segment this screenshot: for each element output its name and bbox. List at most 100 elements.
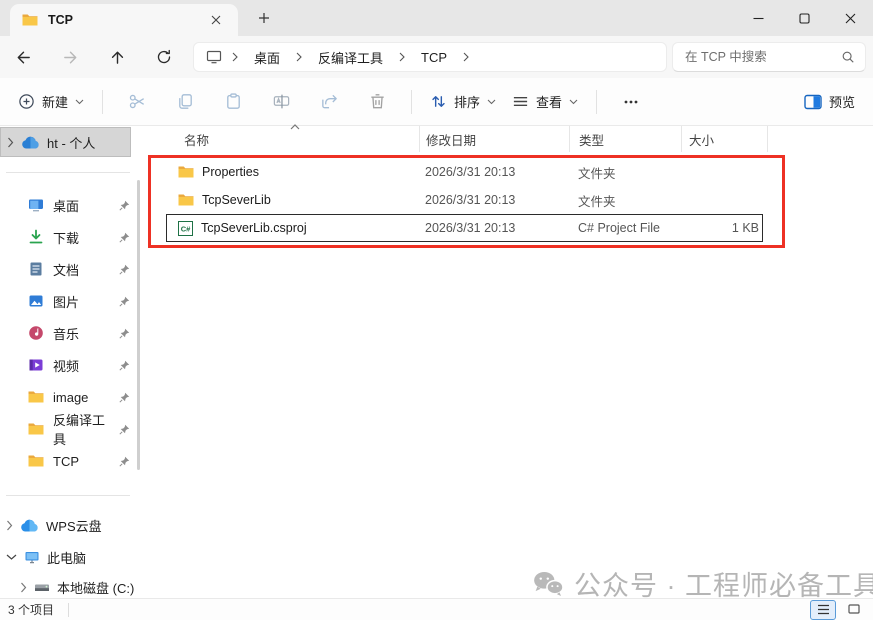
more-options-button[interactable] [611,84,651,120]
search-box[interactable] [672,42,866,72]
music-icon [28,325,44,341]
column-header-row: 名称 修改日期 类型 大小 [148,126,873,152]
preview-pane-icon [804,94,822,110]
column-header-spacer [768,126,873,152]
sidebar-item-music[interactable]: 音乐 [0,317,138,349]
new-button-label: 新建 [42,92,68,111]
search-icon[interactable] [841,50,855,64]
sidebar-item-videos[interactable]: 视频 [0,349,138,381]
back-button[interactable] [6,40,40,74]
sidebar-item-label: 此电脑 [47,548,86,567]
view-button[interactable]: 查看 [504,85,586,118]
column-header-type[interactable]: 类型 [570,126,682,152]
sidebar-item-label: 图片 [53,292,79,311]
tab-close-icon[interactable] [206,10,226,30]
pin-icon [119,360,130,371]
sidebar-item-downloads[interactable]: 下载 [0,221,138,253]
table-row-properties[interactable]: Properties 2026/3/31 20:13 文件夹 [166,158,763,186]
sidebar-item-label: 文档 [53,260,79,279]
chevron-down-icon [75,99,84,105]
sidebar-item-desktop[interactable]: 桌面 [0,189,138,221]
wps-cloud-icon [20,519,39,532]
desktop-icon [28,197,44,213]
sidebar-separator [6,495,130,496]
details-view-button[interactable] [810,600,836,620]
pin-icon [119,232,130,243]
sidebar-item-onedrive[interactable]: ht - 个人 [0,127,131,157]
folder-icon [28,454,44,468]
status-bar: 3 个项目 [0,598,873,620]
rename-button[interactable] [261,84,301,120]
statusbar-divider [68,603,69,617]
pin-icon [119,200,130,211]
file-date: 2026/3/31 20:13 [412,221,565,235]
tab-tcp[interactable]: TCP [10,4,238,36]
new-tab-button[interactable] [252,7,276,29]
cut-button[interactable] [117,84,157,120]
table-row-tcpseverlib-csproj[interactable]: C# TcpSeverLib.csproj 2026/3/31 20:13 C#… [166,214,763,242]
list-lines-icon [512,93,529,110]
toolbar-divider [411,90,412,114]
column-header-name[interactable]: 名称 [148,126,420,152]
breadcrumb-item-tcp[interactable]: TCP [415,48,453,67]
chevron-right-icon[interactable] [395,52,409,62]
close-button[interactable] [827,0,873,36]
chevron-down-icon[interactable] [6,554,17,561]
file-rows: Properties 2026/3/31 20:13 文件夹 TcpSeverL… [166,158,763,242]
sidebar-item-this-pc[interactable]: 此电脑 [0,543,138,571]
breadcrumb[interactable]: 桌面 反编译工具 TCP [193,42,667,72]
sidebar: ht - 个人 桌面 下载 文档 [0,126,148,598]
column-header-size[interactable]: 大小 [682,126,768,152]
preview-button[interactable]: 预览 [796,85,863,118]
file-size: 1 KB [729,221,763,235]
file-name: Properties [202,165,259,179]
chevron-right-icon[interactable] [459,52,473,62]
minimize-button[interactable] [735,0,781,36]
window-controls [735,0,873,36]
chevron-right-icon[interactable] [20,582,27,593]
chevron-right-icon[interactable] [7,137,14,148]
chevron-right-icon[interactable] [228,52,242,62]
breadcrumb-item-desktop[interactable]: 桌面 [248,46,286,69]
file-type: C# Project File [565,221,729,235]
sidebar-item-pictures[interactable]: 图片 [0,285,138,317]
file-type: 文件夹 [565,163,729,182]
file-name: TcpSeverLib [202,193,271,207]
column-header-date[interactable]: 修改日期 [420,126,570,152]
share-button[interactable] [309,84,349,120]
videos-icon [28,357,44,373]
drive-icon [34,579,50,595]
search-input[interactable] [683,49,835,65]
downloads-icon [28,229,44,245]
delete-button[interactable] [357,84,397,120]
maximize-button[interactable] [781,0,827,36]
chevron-right-icon[interactable] [6,520,13,531]
table-row-tcpseverlib[interactable]: TcpSeverLib 2026/3/31 20:13 文件夹 [166,186,763,214]
sidebar-item-image[interactable]: image [0,381,138,413]
up-button[interactable] [100,40,134,74]
pin-icon [119,456,130,467]
sidebar-item-drive-c[interactable]: 本地磁盘 (C:) [0,573,138,601]
pin-icon [119,296,130,307]
new-button[interactable]: 新建 [10,85,92,118]
sidebar-item-documents[interactable]: 文档 [0,253,138,285]
sidebar-item-wps-cloud[interactable]: WPS云盘 [0,511,138,539]
chevron-right-icon[interactable] [292,52,306,62]
large-icons-view-button[interactable] [841,600,867,620]
chevron-down-icon [569,99,578,105]
csharp-file-icon: C# [178,221,193,236]
refresh-button[interactable] [147,40,181,74]
forward-button[interactable] [53,40,87,74]
toolbar-divider [596,90,597,114]
sort-button[interactable]: 排序 [422,85,504,118]
sidebar-scrollbar[interactable] [137,180,140,470]
tab-strip: TCP [0,0,873,36]
sort-ascending-icon [290,124,300,130]
desktop-monitor-icon[interactable] [206,50,222,64]
copy-button[interactable] [165,84,205,120]
breadcrumb-item-decompile-tools[interactable]: 反编译工具 [312,46,389,69]
paste-button[interactable] [213,84,253,120]
sidebar-item-decompile-tools[interactable]: 反编译工具 [0,413,138,445]
file-date: 2026/3/31 20:13 [412,193,565,207]
sidebar-item-tcp[interactable]: TCP [0,445,138,477]
